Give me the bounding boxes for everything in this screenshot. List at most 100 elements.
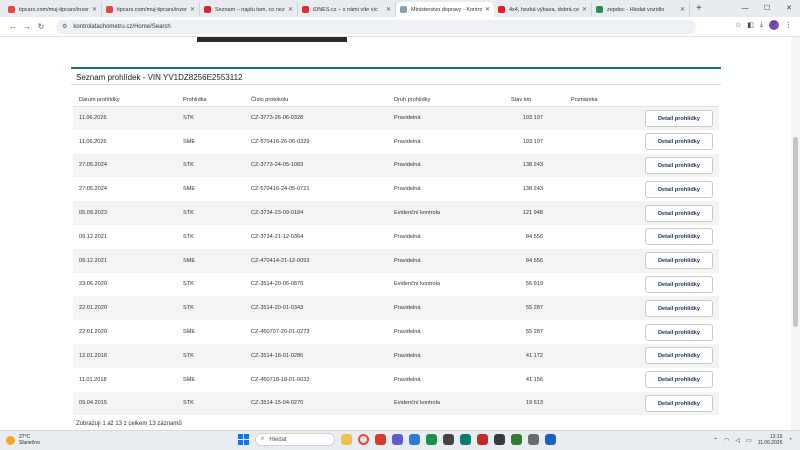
pdf-app-icon[interactable] <box>375 434 386 445</box>
inspection-table: Datum prohlídky Prohlídka Číslo protokol… <box>73 95 719 416</box>
table-row: 05.09.2023 STK CZ-3734-23-09-0184 Evidenční… <box>73 201 719 225</box>
cell-protocol: CZ-3514-18-01-0286 <box>245 343 388 368</box>
col-type[interactable]: Prohlídka <box>177 95 245 107</box>
chevron-up-icon[interactable]: ⌃ <box>713 437 718 444</box>
cell-date: 27.05.2024 <box>73 177 177 202</box>
weather-widget[interactable]: 27°C Slunečno <box>6 434 40 446</box>
scrollbar-thumb[interactable] <box>793 137 798 327</box>
volume-icon[interactable]: ◁ <box>735 437 740 444</box>
tab-title: 4x4, hezká výbava, dobrá cena <box>509 6 579 13</box>
cell-kind: Pravidelná <box>388 343 505 368</box>
col-kind[interactable]: Druh prohlídky <box>388 95 505 107</box>
cell-type: SME <box>177 320 245 344</box>
close-window-icon[interactable]: ✕ <box>778 0 800 17</box>
store-icon[interactable] <box>511 434 522 445</box>
app-icon[interactable] <box>477 434 488 445</box>
cell-type: STK <box>177 224 245 249</box>
outlook-icon[interactable] <box>409 434 420 445</box>
browser-tab[interactable]: tipcars.com/muj-tipcars/inzera ✕ <box>102 2 200 17</box>
chrome-icon[interactable] <box>358 434 369 445</box>
wifi-icon[interactable]: ◠ <box>724 437 729 444</box>
back-icon[interactable]: ← <box>6 22 20 31</box>
close-tab-icon[interactable]: ✕ <box>92 6 97 13</box>
system-tray: ⌃ ◠ ◁ ▭ 13:15 11.06.2026 ◔ <box>713 434 792 446</box>
address-bar[interactable]: ⚙ kontrolatachometru.cz/Home/Search <box>56 19 696 34</box>
bookmark-star-icon[interactable]: ☆ <box>735 21 741 29</box>
browser-tab[interactable]: iDNES.cz – s námi víte víc ✕ <box>298 2 396 17</box>
detail-button[interactable]: Detail prohlídky <box>645 228 713 246</box>
menu-icon[interactable]: ⋮ <box>785 21 792 29</box>
cell-date: 11.06.2026 <box>73 106 177 130</box>
col-action <box>637 95 719 107</box>
detail-button[interactable]: Detail prohlídky <box>645 156 713 174</box>
clock[interactable]: 13:15 11.06.2026 <box>758 434 783 446</box>
close-tab-icon[interactable]: ✕ <box>386 6 391 13</box>
detail-button[interactable]: Detail prohlídky <box>645 323 713 341</box>
col-date[interactable]: Datum prohlídky <box>73 95 177 107</box>
col-protocol[interactable]: Číslo protokolu <box>245 95 388 107</box>
game-icon[interactable] <box>494 434 505 445</box>
settings-app-icon[interactable] <box>443 434 454 445</box>
profile-avatar[interactable]: P <box>769 20 779 30</box>
close-tab-icon[interactable]: ✕ <box>190 6 195 13</box>
cell-date: 09.12.2021 <box>73 224 177 249</box>
close-tab-icon[interactable]: ✕ <box>680 6 685 13</box>
detail-button[interactable]: Detail prohlídky <box>645 109 713 127</box>
notifications-icon[interactable]: ◔ <box>788 437 792 443</box>
edge-icon[interactable] <box>460 434 471 445</box>
table-row: 09.04.2015 STK CZ-3514-15-04-0270 Evidenční… <box>73 391 719 416</box>
terminal-icon[interactable] <box>528 434 539 445</box>
header-image <box>197 37 347 42</box>
browser-tab[interactable]: Seznam – najdu tam, co nezná ✕ <box>200 2 298 17</box>
close-tab-icon[interactable]: ✕ <box>485 6 490 13</box>
table-row: 22.01.2020 STK CZ-3514-20-01-0343 Pravideln… <box>73 296 719 321</box>
forward-icon[interactable]: → <box>20 22 34 31</box>
cell-protocol: CZ-570416-24-05-0721 <box>245 177 388 202</box>
detail-button[interactable]: Detail prohlídky <box>645 133 713 151</box>
windows-start-icon[interactable] <box>238 434 249 445</box>
detail-button[interactable]: Detail prohlídky <box>645 275 713 293</box>
table-row: 23.06.2020 STK CZ-3514-20-06-0870 Evidenční… <box>73 272 719 297</box>
cell-action: Detail prohlídky <box>637 343 719 368</box>
page-scrollbar[interactable] <box>791 37 800 430</box>
teams-icon[interactable] <box>392 434 403 445</box>
col-km[interactable]: Stav km <box>505 95 565 107</box>
cell-action: Detail prohlídky <box>637 248 719 273</box>
tab-title: tipcars.com/muj-tipcars/inzera <box>117 6 187 13</box>
cell-action: Detail prohlídky <box>637 320 719 344</box>
word-icon[interactable] <box>545 434 556 445</box>
detail-button[interactable]: Detail prohlídky <box>645 394 713 412</box>
close-tab-icon[interactable]: ✕ <box>582 6 587 13</box>
cell-kind: Pravidelná <box>388 248 505 273</box>
battery-icon[interactable]: ▭ <box>746 437 752 444</box>
browser-tab[interactable]: Ministerstvo dopravy - Kontro ✕ <box>396 2 494 17</box>
browser-tab[interactable]: tipcars.com/muj-tipcars/inzera ✕ <box>4 2 102 17</box>
detail-button[interactable]: Detail prohlídky <box>645 180 713 198</box>
cell-kind: Pravidelná <box>388 320 505 344</box>
browser-tab[interactable]: 4x4, hezká výbava, dobrá cena ✕ <box>494 2 592 17</box>
detail-button[interactable]: Detail prohlídky <box>645 299 713 317</box>
new-tab-icon[interactable]: + <box>690 2 708 17</box>
table-row: 22.01.2020 SME CZ-450707-20-01-0273 Pravide… <box>73 320 719 344</box>
detail-button[interactable]: Detail prohlídky <box>645 252 713 270</box>
panel-title: Seznam prohlídek - VIN YV1DZ8256E2553112 <box>71 69 721 85</box>
taskbar-search[interactable]: ⌕ Hledat <box>255 433 335 446</box>
detail-button[interactable]: Detail prohlídky <box>645 204 713 222</box>
favicon-icon <box>498 6 505 13</box>
table-row: 27.05.2024 STK CZ-3773-24-05-1083 Pravideln… <box>73 153 719 178</box>
site-info-icon[interactable]: ⚙ <box>62 23 67 30</box>
excel-icon[interactable] <box>426 434 437 445</box>
minimize-icon[interactable]: — <box>734 0 756 17</box>
reload-icon[interactable]: ↻ <box>34 22 48 31</box>
close-tab-icon[interactable]: ✕ <box>288 6 293 13</box>
cell-date: 09.04.2015 <box>73 391 177 416</box>
maximize-icon[interactable]: ☐ <box>756 0 778 17</box>
extension-icon[interactable]: ◧ <box>747 21 754 29</box>
downloads-icon[interactable]: ⤓ <box>760 21 763 29</box>
col-note[interactable]: Poznámka <box>565 95 637 107</box>
detail-button[interactable]: Detail prohlídky <box>645 371 713 389</box>
file-explorer-icon[interactable] <box>341 434 352 445</box>
browser-tab[interactable]: zepdoc - Hledat vozidlo ✕ <box>592 2 690 17</box>
table-row: 11.01.2018 SME CZ-450718-18-01-0032 Pravide… <box>73 367 719 392</box>
detail-button[interactable]: Detail prohlídky <box>645 347 713 365</box>
